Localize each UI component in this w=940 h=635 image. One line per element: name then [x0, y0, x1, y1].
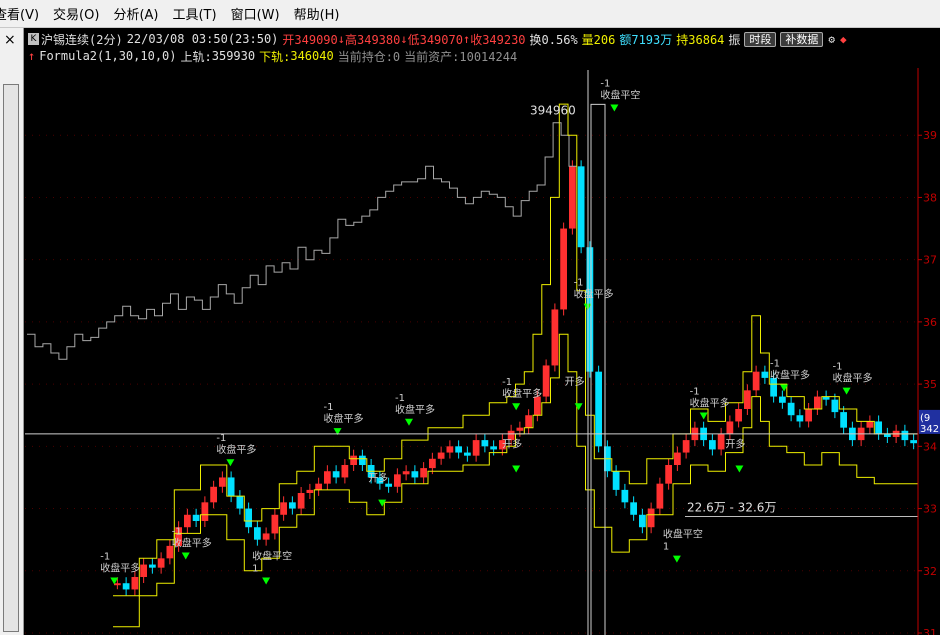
- menu-item[interactable]: 窗口(W): [231, 4, 280, 23]
- signal-label: 开多: [368, 472, 388, 485]
- signal-label: -1: [502, 377, 512, 388]
- y-tick-label: 39: [923, 129, 937, 142]
- signal-label: -1: [770, 359, 780, 370]
- k-line-icon[interactable]: K: [28, 33, 39, 45]
- signal-arrow: [672, 555, 681, 563]
- signal-arrow: [404, 418, 413, 426]
- signal-label: 开多: [502, 437, 522, 450]
- quote-info-bar: K 沪锡连续(2分) 22/03/08 03:50(23:50) 开349090…: [28, 30, 847, 48]
- signal-label: -1: [216, 433, 226, 444]
- signal-label: 1: [663, 542, 669, 553]
- down-arrow-icon: ↓: [337, 32, 345, 46]
- y-tick-label: 38: [923, 191, 937, 204]
- upper-band-value: 359930: [211, 49, 256, 63]
- menu-item[interactable]: 交易(O): [53, 4, 99, 23]
- signal-label: -1: [833, 362, 843, 373]
- signal-arrow: [262, 577, 271, 585]
- menu-bar: 查看(V) 交易(O) 分析(A) 工具(T) 窗口(W) 帮助(H): [0, 0, 940, 28]
- bar-datetime: 22/03/08 03:50(23:50): [126, 32, 279, 46]
- volume-value: 量206: [581, 32, 616, 47]
- signal-arrow: [512, 403, 521, 411]
- menu-item[interactable]: 帮助(H): [294, 4, 340, 23]
- signal-label: -1: [690, 387, 700, 398]
- close-icon[interactable]: ×: [4, 32, 16, 48]
- signal-arrow: [512, 465, 521, 473]
- signal-label: 收盘平多: [574, 288, 614, 301]
- amplitude-label: 振: [728, 32, 741, 47]
- signal-label: 收盘平多: [395, 403, 435, 416]
- signal-label: 开多: [725, 437, 745, 450]
- formula-arrow-icon[interactable]: ↑: [28, 49, 35, 63]
- peak-value-label: 394960: [530, 103, 576, 117]
- cursor-tag-top: (9: [920, 413, 930, 424]
- signal-label: 收盘平多: [770, 369, 810, 382]
- signal-label: -1: [600, 79, 610, 90]
- signal-label: 收盘平多: [216, 443, 256, 456]
- signal-arrow: [574, 403, 583, 411]
- signal-label: 收盘平多: [100, 561, 140, 574]
- close-price: 收349230: [470, 32, 526, 47]
- signal-label: 收盘平多: [324, 412, 364, 425]
- cursor-tag-bottom: 342: [920, 424, 939, 435]
- signal-label: 开多: [565, 375, 585, 388]
- price-line: [27, 122, 577, 360]
- signal-label: 收盘平空: [663, 528, 703, 541]
- high-price: 高349380: [345, 32, 401, 47]
- signal-arrow: [842, 387, 851, 395]
- price-chart[interactable]: -1收盘平多-1收盘平多-1收盘平多-1收盘平多-1收盘平多-1收盘平多-1收盘…: [25, 28, 940, 635]
- diamond-icon[interactable]: ◆: [840, 33, 847, 46]
- signal-label: -1: [100, 551, 110, 562]
- upper-band-line: [113, 103, 918, 597]
- signal-label: 收盘平多: [502, 387, 542, 400]
- signal-arrow: [226, 459, 235, 467]
- y-tick-label: 34: [923, 440, 937, 453]
- low-price: 低349070: [407, 32, 463, 47]
- down-arrow-icon: ↓: [400, 32, 408, 46]
- amount-value: 额7193万: [619, 32, 673, 47]
- open-price: 开349090: [282, 32, 338, 47]
- menu-item[interactable]: 分析(A): [113, 4, 158, 23]
- y-tick-label: 33: [923, 503, 937, 516]
- y-tick-label: 36: [923, 316, 937, 329]
- y-tick-label: 32: [923, 565, 937, 578]
- up-arrow-icon: ↑: [462, 32, 471, 46]
- signal-label: -1: [574, 278, 584, 289]
- volume-note: 22.6万 - 32.6万: [687, 501, 776, 515]
- timeframe-button[interactable]: 时段: [744, 31, 777, 47]
- menu-item[interactable]: 工具(T): [172, 4, 216, 23]
- signal-label: 收盘平空: [600, 89, 640, 102]
- signal-label: -1: [395, 393, 405, 404]
- gear-icon[interactable]: ⚙: [828, 33, 835, 46]
- formula-bar: ↑ Formula2(1,30,10,0) 上轨: 359930 下轨: 34604…: [28, 47, 517, 65]
- chart-area[interactable]: -1 收盘平多 -1 收盘平多 -1 收盘平多 -1 收盘平多 -1 收盘平多 -1 收盘平多 -1 收盘…: [25, 28, 940, 635]
- signal-arrow: [699, 412, 708, 420]
- lower-band-value: 346040: [290, 49, 334, 63]
- signal-label: 收盘平多: [172, 537, 212, 550]
- signal-label: -1: [172, 527, 182, 538]
- signal-arrow: [735, 465, 744, 473]
- signal-label: 1: [252, 563, 258, 574]
- current-position: 当前持仓:0: [337, 49, 401, 64]
- turnover-rate: 换0.56%: [529, 32, 578, 47]
- signal-arrow: [610, 104, 619, 112]
- open-interest-value: 持36864: [676, 32, 725, 47]
- signal-label: -1: [324, 402, 334, 413]
- signal-arrow: [181, 552, 190, 560]
- signal-label: 收盘平空: [252, 549, 292, 562]
- instrument-title: 沪锡连续(2分): [41, 32, 123, 47]
- panel-scroll-track[interactable]: [3, 84, 19, 632]
- y-tick-label: 35: [923, 378, 937, 391]
- signal-label: 收盘平多: [690, 397, 730, 410]
- signal-arrow: [378, 499, 387, 507]
- y-tick-label: 31: [923, 627, 937, 635]
- current-assets: 当前资产:10014244: [404, 49, 518, 64]
- y-tick-label: 37: [923, 254, 937, 267]
- formula-name[interactable]: Formula2(1,30,10,0): [39, 49, 176, 63]
- left-panel: ×: [0, 28, 24, 635]
- lower-band-label: 下轨:: [259, 49, 291, 64]
- fill-data-button[interactable]: 补数据: [780, 31, 824, 47]
- menu-item[interactable]: 查看(V): [0, 4, 39, 23]
- signal-label: 收盘平多: [833, 372, 873, 385]
- upper-band-label: 上轨:: [180, 49, 212, 64]
